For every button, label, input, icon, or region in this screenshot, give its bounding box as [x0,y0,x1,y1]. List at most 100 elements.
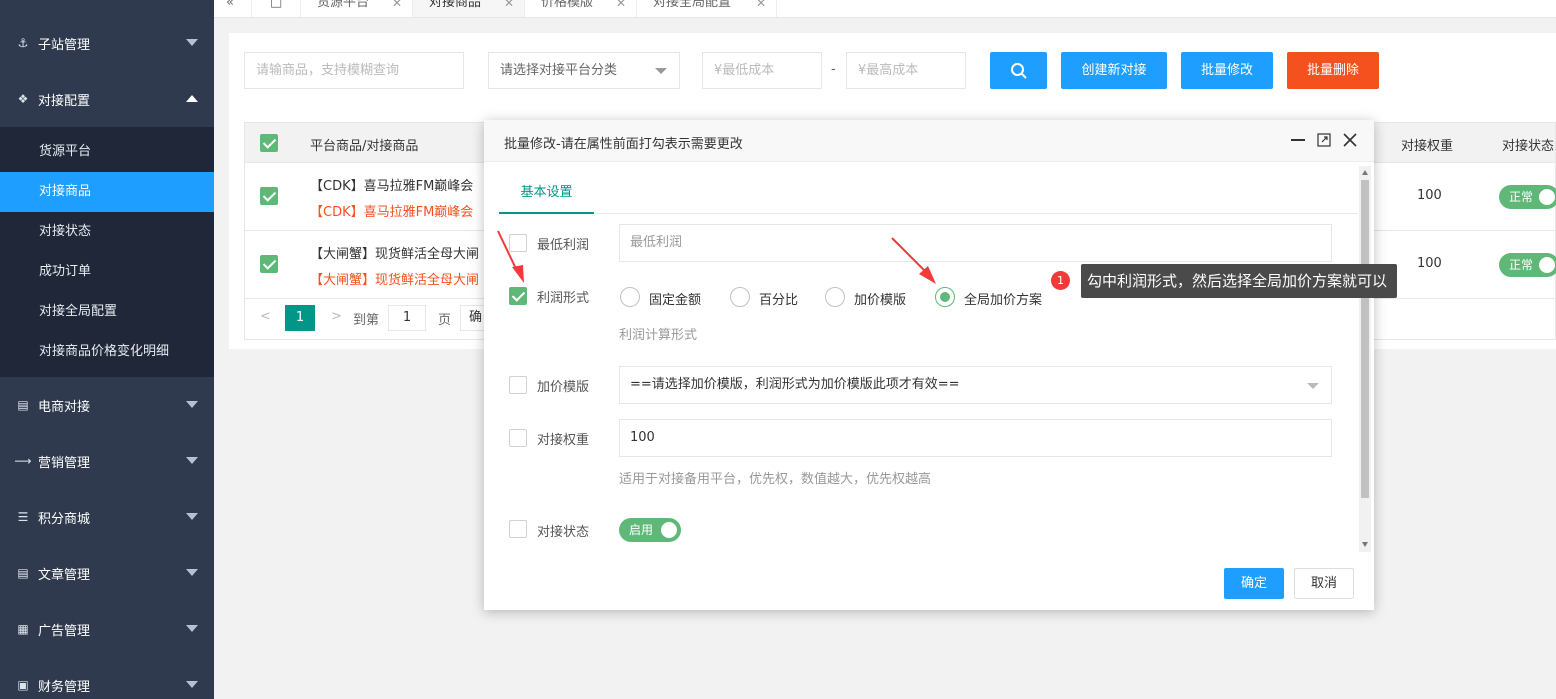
markup-template-select-text: ==请选择加价模版，利润形式为加价模版此项才有效== [630,377,960,392]
batch-edit-button[interactable]: 批量修改 [1181,52,1273,89]
menu-group-points-mall[interactable]: ☰ 积分商城 [0,489,214,545]
sidebar-item-docking-goods[interactable]: 对接商品 [0,172,214,212]
search-icon [1010,63,1027,79]
scroll-up-icon[interactable] [1362,170,1368,175]
menu-group-articles[interactable]: ▤ 文章管理 [0,545,214,601]
min-profit-input[interactable]: 最低利润 [619,224,1332,262]
radio-markup-template[interactable] [825,287,845,307]
profit-type-hint: 利润计算形式 [619,328,698,343]
status-checkbox[interactable] [509,520,527,538]
min-cost-input[interactable]: ¥最低成本 [702,52,822,89]
status-switch[interactable]: 正常 [1499,253,1556,277]
menu-group-finance[interactable]: ▣ 财务管理 [0,657,214,699]
chevron-down-icon [186,681,198,688]
close-icon[interactable]: ✕ [756,0,766,14]
status-switch-label: 正常 [1509,190,1534,204]
batch-edit-modal: 批量修改-请在属性前面打勾表示需要更改 基本设置 最低利润 最低利润 利润形式 … [484,120,1374,610]
annotation-tooltip: 勾中利润形式，然后选择全局加价方案就可以 [1081,264,1398,298]
chevron-down-icon [1307,383,1319,389]
batch-delete-button[interactable]: 批量删除 [1287,52,1379,89]
menu-group-ads[interactable]: ▦ 广告管理 [0,601,214,657]
category-select[interactable]: 请选择对接平台分类 [488,52,680,89]
modal-scrollbar[interactable] [1359,166,1371,552]
tab-back-button[interactable]: « [214,0,252,17]
menu-group-label: 营销管理 [38,455,91,471]
goods-platform-name: 【大闸蟹】现货鲜活全母大闸 [310,247,480,262]
menu-group-ecommerce[interactable]: ▤ 电商对接 [0,377,214,433]
max-cost-input[interactable]: ¥最高成本 [846,52,966,89]
home-icon[interactable]: □ [252,0,301,17]
tab-label: 货源平台 [317,0,370,10]
sidebar-item-success-orders[interactable]: 成功订单 [0,252,214,292]
minimize-icon[interactable] [1290,132,1306,148]
search-input[interactable]: 请输商品，支持模糊查询 [244,52,464,89]
col-status-header: 对接状态 [1502,139,1555,154]
menu-group-label: 子站管理 [38,37,91,53]
tab-price-template[interactable]: 价格模版 ✕ [525,0,637,17]
sidebar-item-price-changes[interactable]: 对接商品价格变化明细 [0,332,214,372]
weight-value: 100 [1417,256,1442,271]
status-switch-label: 正常 [1509,258,1534,272]
document-icon: ▤ [17,566,29,580]
range-dash: - [831,62,836,77]
menu-group-docking-config[interactable]: ❖ 对接配置 [0,71,214,127]
page-current[interactable]: 1 [285,305,315,331]
cancel-button[interactable]: 取消 [1294,568,1354,599]
tab-label: 对接商品 [429,0,482,10]
sidebar-item-source-platform[interactable]: 货源平台 [0,132,214,172]
markup-template-checkbox[interactable] [509,376,527,394]
tab-bar: « □ 货源平台 ✕ 对接商品 ✕ 价格模版 ✕ 对接全局配置 ✕ [214,0,1556,18]
status-switch[interactable]: 正常 [1499,185,1556,209]
wallet-icon: ▣ [17,678,29,692]
weight-value: 100 [1417,188,1442,203]
status-toggle[interactable]: 启用 [619,518,681,542]
ok-button[interactable]: 确定 [1224,568,1284,599]
annotation-arrow-icon [891,237,936,284]
weight-label: 对接权重 [537,433,590,448]
search-button[interactable] [990,52,1047,89]
chevron-down-icon [186,513,198,520]
tab-global-config[interactable]: 对接全局配置 ✕ [637,0,777,17]
weight-hint: 适用于对接备用平台，优先权，数值越大，优先权越高 [619,472,932,487]
tab-label: 价格模版 [541,0,594,10]
radio-label: 固定金额 [649,293,702,308]
weight-checkbox[interactable] [509,429,527,447]
weight-input[interactable]: 100 [619,419,1332,457]
submenu: 货源平台 对接商品 对接状态 成功订单 对接全局配置 对接商品价格变化明细 [0,127,214,377]
close-icon[interactable] [1342,132,1358,148]
maximize-icon[interactable] [1316,132,1332,148]
tab-source-platform[interactable]: 货源平台 ✕ [301,0,413,17]
menu-group-substation[interactable]: ⚓ 子站管理 [0,15,214,71]
menu-group-label: 财务管理 [38,679,91,695]
sidebar-item-global-config[interactable]: 对接全局配置 [0,292,214,332]
markup-template-select[interactable]: ==请选择加价模版，利润形式为加价模版此项才有效== [619,366,1332,404]
radio-percentage[interactable] [730,287,750,307]
col-goods-header: 平台商品/对接商品 [310,139,419,154]
tab-basic-settings[interactable]: 基本设置 [499,172,594,214]
radio-fixed-amount[interactable] [620,287,640,307]
prev-page-icon[interactable]: < [260,309,271,324]
row-checkbox[interactable] [260,187,278,205]
scroll-thumb[interactable] [1361,180,1369,498]
close-icon[interactable]: ✕ [616,0,626,14]
row-checkbox[interactable] [260,255,278,273]
puzzle-icon: ❖ [17,92,29,106]
goods-docking-name: 【CDK】喜马拉雅FM巅峰会 [310,205,474,220]
create-docking-button[interactable]: 创建新对接 [1061,52,1167,89]
next-page-icon[interactable]: > [331,309,342,324]
tab-docking-goods[interactable]: 对接商品 ✕ [413,0,525,17]
calendar-icon: ▦ [17,622,29,636]
chevron-down-icon [186,625,198,632]
goto-page-input[interactable]: 1 [388,305,426,331]
menu-group-label: 电商对接 [38,399,91,415]
share-icon: ⟶ [14,454,32,468]
sidebar-item-docking-status[interactable]: 对接状态 [0,212,214,252]
select-all-checkbox[interactable] [260,134,278,152]
modal-tabs: 基本设置 [499,172,1357,214]
menu-group-marketing[interactable]: ⟶ 营销管理 [0,433,214,489]
tab-label: 对接全局配置 [653,0,732,10]
scroll-down-icon[interactable] [1362,542,1368,547]
close-icon[interactable]: ✕ [504,0,514,14]
close-icon[interactable]: ✕ [392,0,402,14]
menu-group-label: 广告管理 [38,623,91,639]
